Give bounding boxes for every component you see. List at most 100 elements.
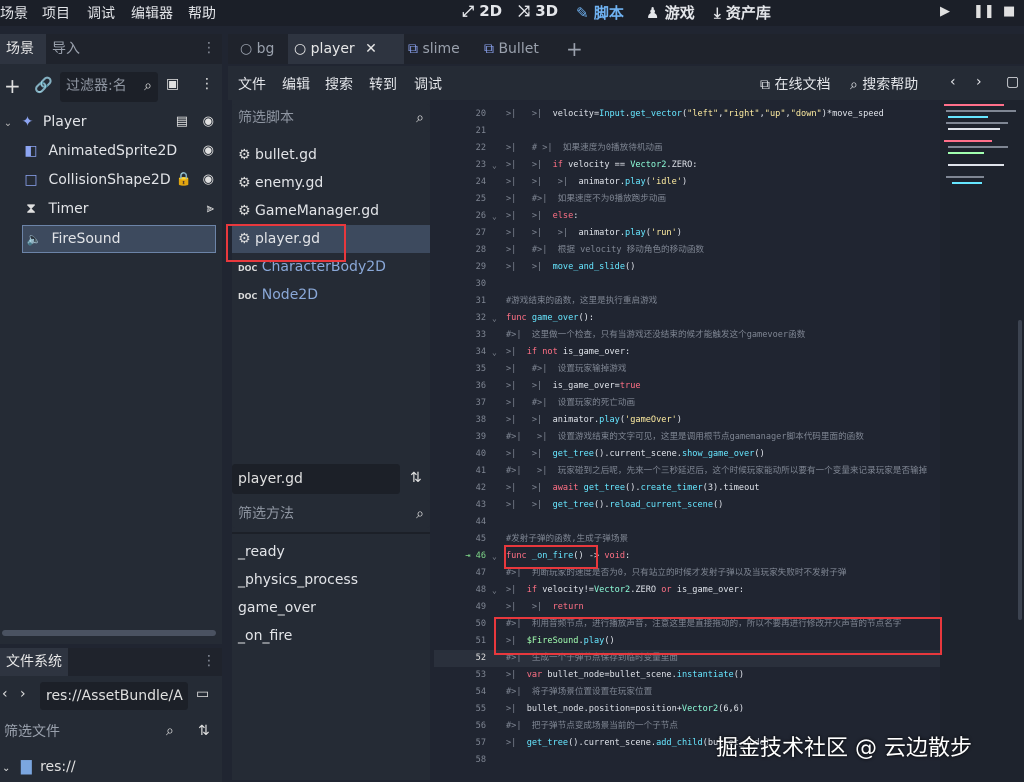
link-icon[interactable]: 🔗 (34, 76, 53, 94)
code-line: 32 ⌄ func game_over(): (475, 313, 594, 323)
node-icon: ⧉ (484, 41, 494, 57)
tab-import[interactable]: 导入 (46, 34, 86, 64)
method-filter-input[interactable]: 筛选方法 ⌕ (232, 500, 430, 528)
drag-handle-icon[interactable]: ⋮ (202, 653, 216, 669)
scene-tabbar: 场景 导入 ⋮ (0, 34, 222, 64)
divider (232, 532, 430, 534)
search-icon: ⌕ (416, 506, 424, 522)
code-line: 55 >| bullet_node.position=position+Vecto… (475, 704, 745, 714)
code-line: 22 >| # >| 如果速度为0播放待机动画 (475, 143, 663, 153)
visibility-eye-icon[interactable]: ◉ (203, 137, 214, 165)
split-view-icon[interactable]: ▭ (196, 686, 209, 702)
path-field[interactable]: res://AssetBundle/A (40, 682, 188, 710)
back-icon[interactable]: ‹ (2, 686, 8, 702)
script-item-enemy[interactable]: ⚙ enemy.gd (238, 169, 323, 197)
tree-node-timer[interactable]: ⧗ Timer ⫸ (0, 195, 222, 223)
drag-handle-icon[interactable]: ⋮ (202, 40, 216, 56)
code-line: 26 ⌄ >| >| else: (475, 211, 579, 221)
menu-editor[interactable]: 编辑器 (131, 3, 173, 23)
add-node-icon[interactable]: + (4, 74, 21, 98)
watermark: 掘金技术社区 @ 云边散步 (716, 736, 972, 761)
tree-node-animatedsprite2d[interactable]: ◧ AnimatedSprite2D ◉ (0, 137, 222, 165)
search-help-icon: ⌕ (850, 77, 858, 93)
code-line: 43 >| >| get_tree().reload_current_scene(… (475, 500, 724, 510)
mode-game-button[interactable]: ♟ 游戏 (646, 2, 695, 23)
add-script-icon[interactable]: ▣ (166, 76, 179, 92)
sort-icon[interactable]: ⇅ (410, 470, 422, 486)
next-script-icon[interactable]: › (976, 74, 982, 90)
mode-3d-button[interactable]: ⤨ 3D (518, 2, 558, 20)
menu-help[interactable]: 帮助 (188, 3, 216, 23)
gear-icon: ⚙ (238, 147, 251, 163)
horizontal-scrollbar[interactable] (2, 630, 216, 636)
tab-bg[interactable]: ○ bg (234, 34, 280, 64)
stop-icon[interactable]: ■ (1003, 4, 1015, 19)
tab-scene[interactable]: 场景 (0, 34, 46, 64)
script-item-gamemanager[interactable]: ⚙ GameManager.gd (238, 197, 379, 225)
script-item-bullet[interactable]: ⚙ bullet.gd (238, 141, 317, 169)
folder-row-root[interactable]: ⌄ ▇ res:// (0, 754, 76, 780)
plus-icon: + (566, 37, 583, 61)
menu-search[interactable]: 搜索 (325, 74, 353, 94)
online-docs-button[interactable]: ⧉ 在线文档 (760, 74, 830, 94)
menu-debug[interactable]: 调试 (414, 74, 442, 94)
more-icon[interactable]: ⋮ (200, 76, 214, 92)
mode-2d-button[interactable]: ⤢ 2D (462, 2, 502, 20)
tab-slime[interactable]: ⧉ slime (402, 34, 466, 64)
chevron-down-icon[interactable]: ⌄ (2, 763, 10, 774)
lock-icon[interactable]: 🔒 (176, 166, 192, 194)
pause-icon[interactable]: ❚❚ (973, 4, 995, 19)
3d-icon: ⤨ (518, 2, 531, 20)
script-filter-input[interactable]: 筛选脚本 ⌕ (232, 104, 430, 132)
tree-node-collisionshape2d[interactable]: □ CollisionShape2D 🔒 ◉ (0, 166, 222, 194)
doc-item-node2d[interactable]: DOC Node2D (238, 281, 318, 309)
gear-icon: ⚙ (238, 203, 251, 219)
method-item[interactable]: _on_fire (238, 622, 292, 650)
close-icon[interactable]: ✕ (365, 41, 377, 57)
scene-filter-input[interactable]: 过滤器:名 ⌕ (60, 72, 158, 102)
annotation-box-on-fire (504, 545, 598, 569)
code-line: 35 >| #>| 设置玩家输掉游戏 (475, 364, 627, 374)
menu-goto[interactable]: 转到 (369, 74, 397, 94)
script-toolbar: 文件 编辑 搜索 转到 调试 ⧉ 在线文档 ⌕ 搜索帮助 ‹ › ▢ (228, 66, 1024, 100)
method-item[interactable]: game_over (238, 594, 316, 622)
menu-edit[interactable]: 编辑 (282, 74, 310, 94)
method-item[interactable]: _physics_process (238, 566, 358, 594)
visibility-eye-icon[interactable]: ◉ (203, 108, 214, 136)
sort-icon[interactable]: ⇅ (198, 723, 210, 739)
code-minimap[interactable] (940, 100, 1024, 782)
code-line: 38 >| >| animator.play('gameOver') (475, 415, 682, 425)
menu-debug[interactable]: 调试 (87, 3, 115, 23)
file-filter-input[interactable]: 筛选文件 (0, 718, 60, 746)
code-line: 48 ⌄ >| if velocity!=Vector2.ZERO or is_ga… (475, 585, 745, 595)
chevron-down-icon[interactable]: ⌄ (2, 110, 14, 138)
code-line: 25 >| #>| 如果速度不为0播放跑步动画 (475, 194, 667, 204)
forward-icon[interactable]: › (20, 686, 26, 702)
tab-filesystem[interactable]: 文件系统 (0, 648, 68, 676)
tree-node-player[interactable]: ⌄ ✦ Player ▤ ◉ (0, 108, 222, 136)
method-item[interactable]: _ready (238, 538, 285, 566)
script-attached-icon[interactable]: ▤ (176, 108, 188, 136)
mode-assetlib-button[interactable]: ⤓ 资产库 (714, 2, 771, 23)
2d-icon: ⤢ (462, 2, 475, 20)
script-list-panel: 筛选脚本 ⌕ ⚙ bullet.gd ⚙ enemy.gd ⚙ GameMana… (232, 100, 430, 780)
mode-script-button[interactable]: ✎ 脚本 (576, 2, 624, 23)
add-tab-button[interactable]: + (560, 34, 589, 64)
tree-node-firesound[interactable]: 🔈 FireSound (22, 225, 216, 253)
menu-project[interactable]: 项目 (42, 3, 70, 23)
vertical-scrollbar[interactable] (1018, 320, 1022, 620)
code-editor[interactable]: 20 >| >| velocity=Input.get_vector("left"… (434, 100, 940, 782)
signal-icon[interactable]: ⫸ (207, 195, 214, 223)
prev-script-icon[interactable]: ‹ (950, 74, 956, 90)
tab-bullet[interactable]: ⧉ Bullet (478, 34, 545, 64)
play-icon[interactable]: ▶ (940, 4, 950, 19)
tab-player[interactable]: ○ player ✕ (288, 34, 404, 64)
visibility-eye-icon[interactable]: ◉ (203, 166, 214, 194)
distraction-free-icon[interactable]: ▢ (1006, 74, 1019, 90)
download-icon: ⤓ (714, 4, 721, 22)
search-help-button[interactable]: ⌕ 搜索帮助 (850, 74, 918, 94)
menu-scene[interactable]: 场景 (0, 3, 28, 23)
menu-file[interactable]: 文件 (238, 74, 266, 94)
editor-tabbar: ○ bg ○ player ✕ ⧉ slime ⧉ Bullet + (228, 34, 1024, 64)
code-line: 36 >| >| is_game_over=true (475, 381, 641, 391)
